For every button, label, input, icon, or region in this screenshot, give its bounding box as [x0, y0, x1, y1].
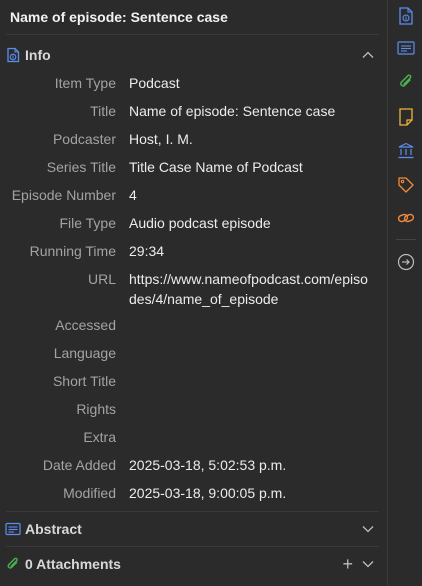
- field-row: Extra: [0, 423, 387, 451]
- field-value[interactable]: 2025-03-18, 5:02:53 p.m.: [129, 451, 369, 475]
- paperclip-icon: [5, 556, 21, 572]
- field-row: Rights: [0, 395, 387, 423]
- libraries-collections-nav-icon[interactable]: [396, 141, 416, 161]
- attachments-section-label: 0 Attachments: [25, 556, 121, 572]
- field-row: Language: [0, 339, 387, 367]
- info-fields: Item Type Podcast Title Name of episode:…: [0, 69, 387, 507]
- item-details: Name of episode: Sentence case Info Item…: [0, 0, 387, 586]
- field-row: Modified 2025-03-18, 9:00:05 p.m.: [0, 479, 387, 507]
- item-title[interactable]: Name of episode: Sentence case: [0, 0, 387, 34]
- field-label: Title: [90, 103, 116, 119]
- field-label: Podcaster: [52, 131, 116, 147]
- field-label: Running Time: [29, 243, 116, 259]
- nav-separator: [396, 239, 416, 240]
- field-label: Episode Number: [11, 187, 116, 203]
- field-value[interactable]: [129, 367, 369, 371]
- info-icon: [5, 47, 21, 63]
- field-value[interactable]: [129, 311, 369, 315]
- field-label: URL: [87, 271, 116, 287]
- field-label: Short Title: [52, 373, 116, 389]
- field-row: Short Title: [0, 367, 387, 395]
- abstract-icon: [5, 521, 21, 537]
- field-value[interactable]: Name of episode: Sentence case: [129, 97, 369, 121]
- field-value[interactable]: [129, 423, 369, 427]
- tags-nav-icon[interactable]: [396, 175, 416, 195]
- field-row: URL https://www.nameofpodcast.com/episod…: [0, 265, 387, 311]
- field-value[interactable]: [129, 395, 369, 399]
- field-value[interactable]: 4: [129, 181, 369, 205]
- field-label: Extra: [83, 429, 116, 445]
- field-label: Modified: [63, 485, 116, 501]
- field-row: Series Title Title Case Name of Podcast: [0, 153, 387, 181]
- attachments-section-header[interactable]: 0 Attachments +: [0, 547, 387, 581]
- field-value[interactable]: Host, I. M.: [129, 125, 369, 149]
- field-row: Running Time 29:34: [0, 237, 387, 265]
- field-value[interactable]: 2025-03-18, 9:00:05 p.m.: [129, 479, 369, 503]
- field-label: File Type: [59, 215, 116, 231]
- field-value[interactable]: 29:34: [129, 237, 369, 261]
- abstract-nav-icon[interactable]: [396, 38, 416, 58]
- field-value[interactable]: Podcast: [129, 69, 369, 93]
- url-field-value[interactable]: https://www.nameofpodcast.com/episodes/4…: [129, 265, 369, 309]
- field-label: Series Title: [46, 159, 116, 175]
- abstract-section-label: Abstract: [25, 521, 82, 537]
- attachments-nav-icon[interactable]: [396, 72, 416, 92]
- notes-nav-icon[interactable]: [396, 107, 416, 127]
- locate-nav-icon[interactable]: [396, 252, 416, 272]
- chevron-down-icon[interactable]: [361, 522, 375, 536]
- field-value[interactable]: [129, 339, 369, 343]
- chevron-up-icon[interactable]: [361, 48, 375, 62]
- field-label: Language: [53, 345, 116, 361]
- field-row: Episode Number 4: [0, 181, 387, 209]
- field-label: Accessed: [55, 317, 116, 333]
- item-pane: Name of episode: Sentence case Info Item…: [0, 0, 422, 586]
- info-nav-icon[interactable]: [396, 6, 416, 26]
- add-attachment-button[interactable]: +: [342, 555, 353, 573]
- chevron-down-icon[interactable]: [361, 557, 375, 571]
- field-row: Title Name of episode: Sentence case: [0, 97, 387, 125]
- field-value[interactable]: Title Case Name of Podcast: [129, 153, 369, 177]
- field-row: Item Type Podcast: [0, 69, 387, 97]
- related-nav-icon[interactable]: [396, 208, 416, 228]
- field-row: File Type Audio podcast episode: [0, 209, 387, 237]
- field-label: Date Added: [42, 457, 116, 473]
- field-row: Podcaster Host, I. M.: [0, 125, 387, 153]
- side-navigation: [387, 0, 422, 586]
- info-section-label: Info: [25, 47, 51, 63]
- field-label: Item Type: [54, 75, 116, 91]
- field-row: Accessed: [0, 311, 387, 339]
- field-value[interactable]: Audio podcast episode: [129, 209, 369, 233]
- field-row: Date Added 2025-03-18, 5:02:53 p.m.: [0, 451, 387, 479]
- abstract-section-header[interactable]: Abstract: [0, 512, 387, 546]
- field-label: Rights: [76, 401, 116, 417]
